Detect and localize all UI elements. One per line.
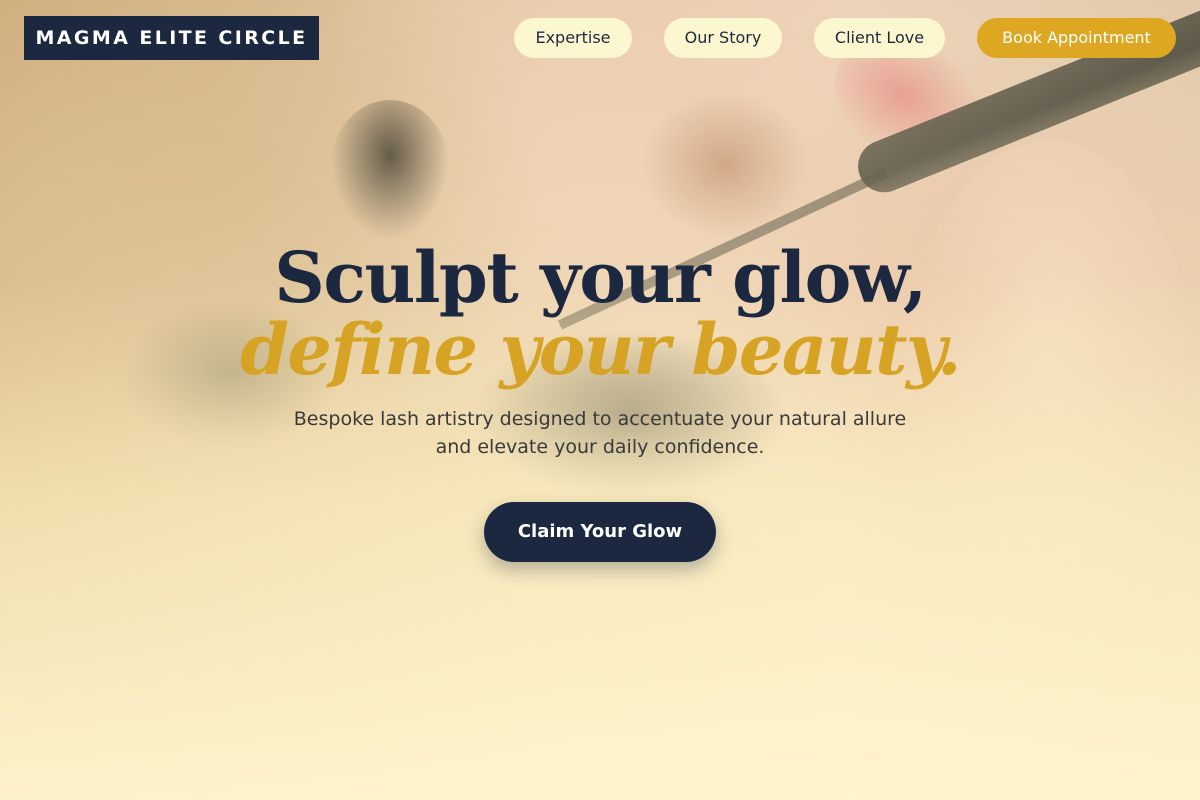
nav-item-client-love[interactable]: Client Love	[814, 18, 945, 58]
hero-headline-primary: Sculpt your glow,	[274, 236, 927, 319]
hero-subtext: Bespoke lash artistry designed to accent…	[250, 405, 950, 461]
book-appointment-button[interactable]: Book Appointment	[977, 18, 1176, 58]
hero-headline-accent: define your beauty.	[239, 308, 962, 391]
hero-background-image	[0, 0, 1200, 800]
nav-item-expertise[interactable]: Expertise	[514, 18, 632, 58]
claim-your-glow-button[interactable]: Claim Your Glow	[484, 502, 716, 562]
hero-subtext-line-2: and elevate your daily confidence.	[435, 436, 765, 458]
nav-item-our-story[interactable]: Our Story	[664, 18, 782, 58]
hero-subtext-line-1: Bespoke lash artistry designed to accent…	[293, 408, 907, 430]
brand-logo[interactable]: MAGMA ELITE CIRCLE	[24, 16, 319, 60]
